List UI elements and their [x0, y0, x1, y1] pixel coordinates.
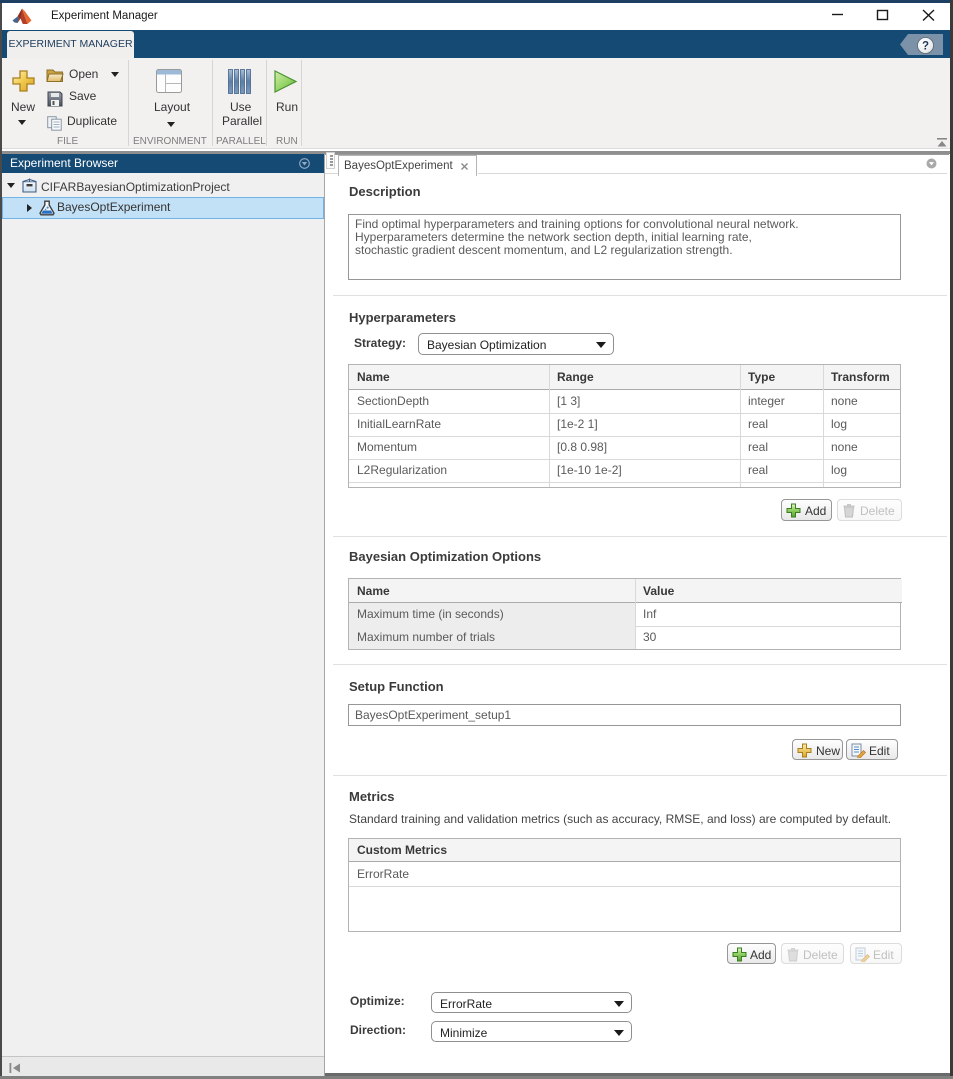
svg-text:?: ? [922, 41, 929, 53]
